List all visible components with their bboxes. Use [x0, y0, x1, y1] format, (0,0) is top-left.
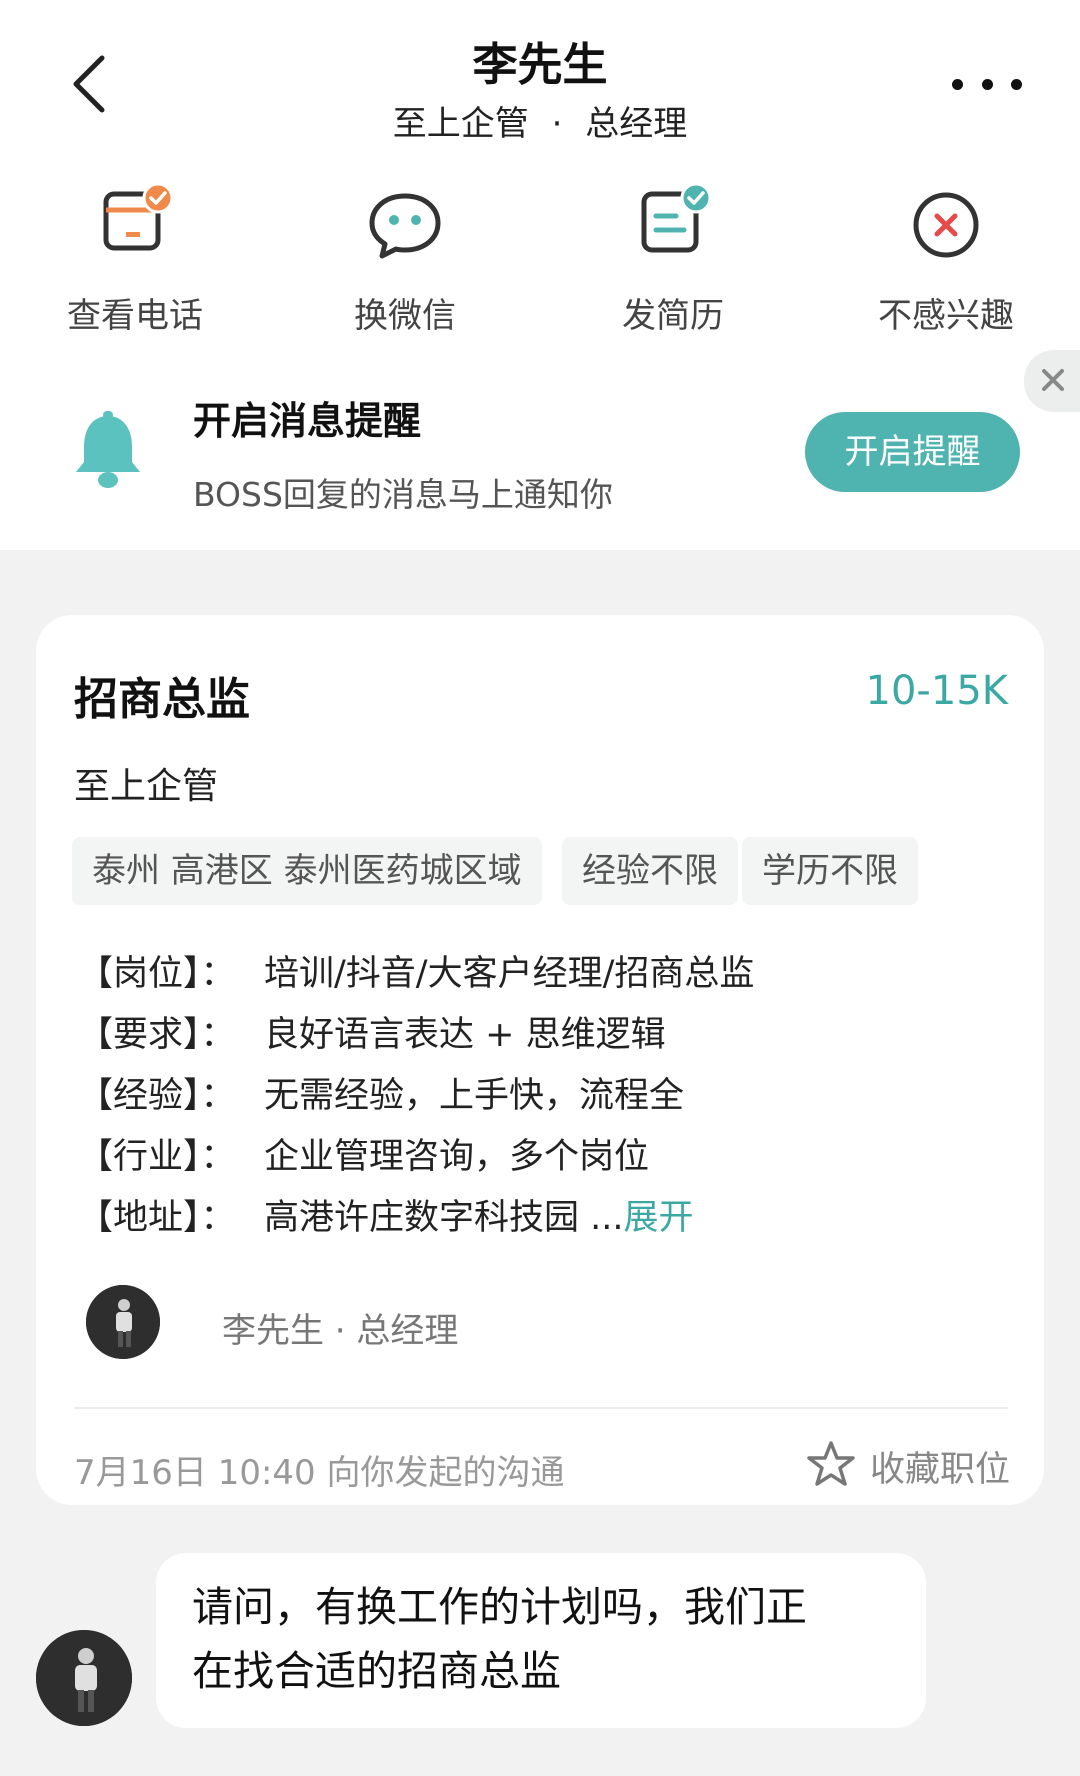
notification-title: 开启消息提醒: [193, 399, 422, 443]
detail-row: 【岗位】： 培训/抖音/大客户经理/招商总监: [78, 945, 754, 1006]
recruiter-name: 李先生 · 总经理: [222, 1311, 459, 1351]
detail-row: 【要求】： 良好语言表达 + 思维逻辑: [78, 1006, 754, 1067]
favorite-job-button[interactable]: 收藏职位: [806, 1441, 1010, 1491]
not-interested-icon: [901, 180, 991, 270]
view-phone-label: 查看电话: [67, 296, 203, 336]
close-banner-icon[interactable]: [1024, 350, 1080, 412]
send-resume-button[interactable]: 发简历: [573, 180, 773, 337]
detail-value: 企业管理咨询，多个岗位: [264, 1137, 650, 1177]
detail-row: 【行业】： 企业管理咨询，多个岗位: [78, 1128, 754, 1189]
divider: [74, 1407, 1008, 1409]
job-description: 【岗位】： 培训/抖音/大客户经理/招商总监 【要求】： 良好语言表达 + 思维逻辑…: [78, 945, 754, 1250]
bell-icon: [72, 410, 144, 490]
not-interested-button[interactable]: 不感兴趣: [846, 180, 1046, 337]
favorite-job-label: 收藏职位: [869, 1449, 1010, 1490]
tag-experience: 经验不限: [562, 837, 738, 905]
action-bar: 查看电话 换微信 发简历 不感兴趣: [0, 180, 1080, 336]
detail-value: 良好语言表达 + 思维逻辑: [264, 1015, 666, 1055]
top-panel: 李先生 至上企管 · 总经理 查看电话 换微信 发简历 不感兴趣 开启消息提醒 …: [0, 0, 1080, 550]
job-company: 至上企管: [74, 766, 219, 807]
detail-value: 无需经验，上手快，流程全: [264, 1076, 685, 1116]
wechat-chat-icon: [360, 180, 450, 270]
phone-card-icon: [90, 180, 180, 270]
detail-value: 培训/抖音/大客户经理/招商总监: [264, 954, 755, 994]
notification-banner: 开启消息提醒 BOSS回复的消息马上通知你 开启提醒: [0, 360, 1080, 520]
job-card[interactable]: 招商总监 10-15K 至上企管 泰州 高港区 泰州医药城区域 经验不限 学历不…: [36, 615, 1044, 1505]
chat-initiated-time: 7月16日 10:40 向你发起的沟通: [74, 1453, 565, 1493]
enable-notification-button[interactable]: 开启提醒: [805, 412, 1020, 492]
detail-row: 【经验】： 无需经验，上手快，流程全: [78, 1067, 754, 1128]
detail-value: 高港许庄数字科技园 ...: [264, 1198, 624, 1238]
header-position: 总经理: [585, 104, 688, 144]
notification-description: BOSS回复的消息马上通知你: [193, 475, 613, 514]
page-subtitle: 至上企管 · 总经理: [0, 96, 1080, 145]
avatar[interactable]: [86, 1285, 160, 1359]
tag-location: 泰州 高港区 泰州医药城区域: [72, 837, 542, 905]
detail-key: 【地址】：: [78, 1198, 236, 1238]
send-resume-label: 发简历: [622, 296, 724, 336]
page-title: 李先生: [472, 38, 608, 91]
header-company: 至上企管: [392, 104, 529, 144]
job-title: 招商总监: [74, 674, 250, 725]
detail-row: 【地址】： 高港许庄数字科技园 ...展开: [78, 1189, 754, 1250]
header-separator: ·: [551, 104, 563, 144]
exchange-wechat-label: 换微信: [354, 296, 456, 336]
detail-key: 【经验】：: [78, 1076, 236, 1116]
message-bubble[interactable]: 请问，有换工作的计划吗，我们正 在找合适的招商总监: [156, 1553, 926, 1728]
avatar[interactable]: [36, 1630, 132, 1726]
detail-key: 【要求】：: [78, 1015, 236, 1055]
star-icon: [806, 1440, 856, 1492]
job-salary: 10-15K: [865, 668, 1008, 714]
message-line: 请问，有换工作的计划吗，我们正: [192, 1583, 807, 1631]
expand-link[interactable]: 展开: [624, 1198, 694, 1238]
view-phone-button[interactable]: 查看电话: [35, 180, 235, 337]
more-icon[interactable]: [952, 64, 1022, 104]
resume-send-icon: [628, 180, 718, 270]
exchange-wechat-button[interactable]: 换微信: [305, 180, 505, 337]
not-interested-label: 不感兴趣: [878, 296, 1014, 336]
detail-key: 【岗位】：: [78, 954, 236, 994]
detail-key: 【行业】：: [78, 1137, 236, 1177]
tag-education: 学历不限: [742, 837, 918, 905]
message-line: 在找合适的招商总监: [192, 1647, 561, 1695]
